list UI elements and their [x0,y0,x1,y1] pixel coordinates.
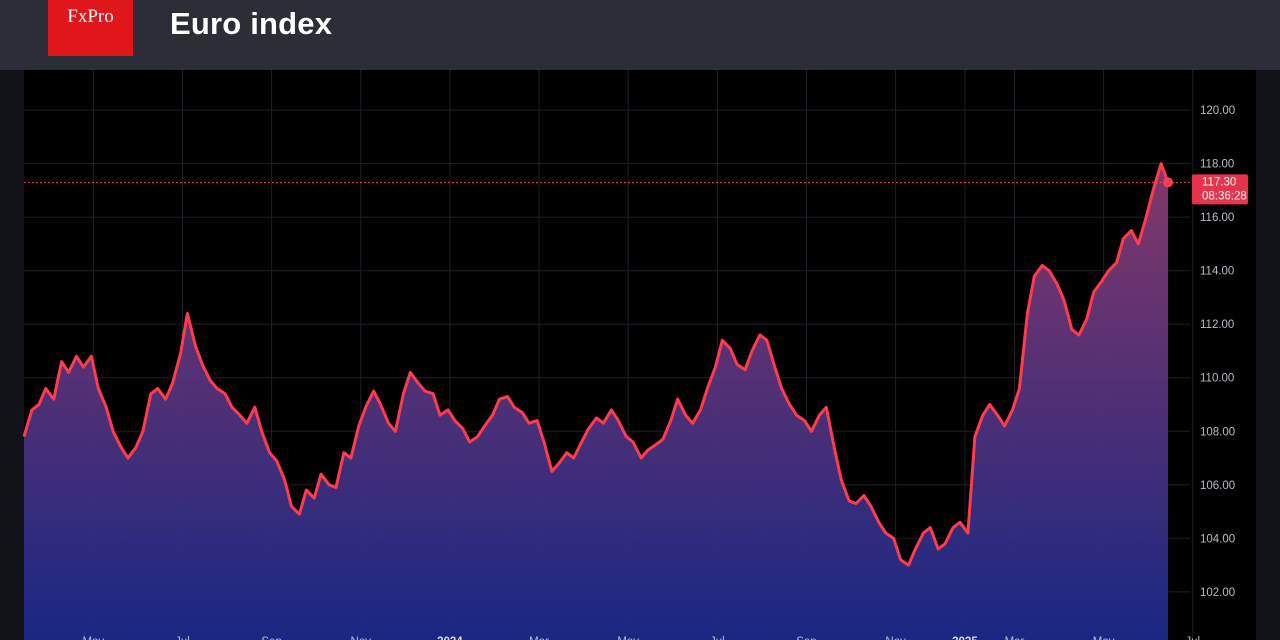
x-tick-label: Jul [710,636,725,640]
x-tick-label: Nov [885,636,906,640]
y-tick-label: 116.00 [1200,212,1234,224]
y-tick-label: 118.00 [1200,159,1234,171]
price-axis-background [1190,70,1256,640]
x-tick-label: May [82,636,104,640]
y-tick-label: 110.00 [1200,373,1234,385]
x-tick-label: 2024 [437,636,463,640]
x-tick-label: Mar [529,636,549,640]
y-tick-label: 114.00 [1200,266,1234,278]
y-tick-label: 102.00 [1200,587,1235,599]
x-tick-label: May [1093,636,1115,640]
area-chart[interactable]: 102.00 104.00 106.00 108.00 110.00 112.00 114.… [0,70,1280,640]
x-tick-label: Jul [175,636,190,640]
x-tick-label: Jul [1185,636,1200,640]
y-tick-label: 104.00 [1200,533,1235,545]
y-tick-label: 108.00 [1200,426,1235,438]
x-tick-label: 2025 [952,636,978,640]
current-price-value: 117.30 [1202,176,1236,188]
header-bar: FxPro Euro index [0,0,1280,70]
x-tick-label: Mar [1005,636,1025,640]
x-tick-label: Sep [796,636,816,640]
x-tick-label: Sep [261,636,281,640]
current-price-timer: 08:36:28 [1202,190,1247,202]
chart-area[interactable]: 102.00 104.00 106.00 108.00 110.00 112.00 114.… [0,70,1280,640]
fxpro-logo: FxPro [48,0,133,56]
last-price-dot [1163,177,1173,188]
y-tick-label: 106.00 [1200,480,1235,492]
x-tick-label: Nov [351,636,372,640]
y-tick-label: 112.00 [1200,319,1234,331]
chart-title: Euro index [170,6,333,41]
y-tick-label: 120.00 [1200,105,1235,117]
x-tick-label: May [617,636,639,640]
